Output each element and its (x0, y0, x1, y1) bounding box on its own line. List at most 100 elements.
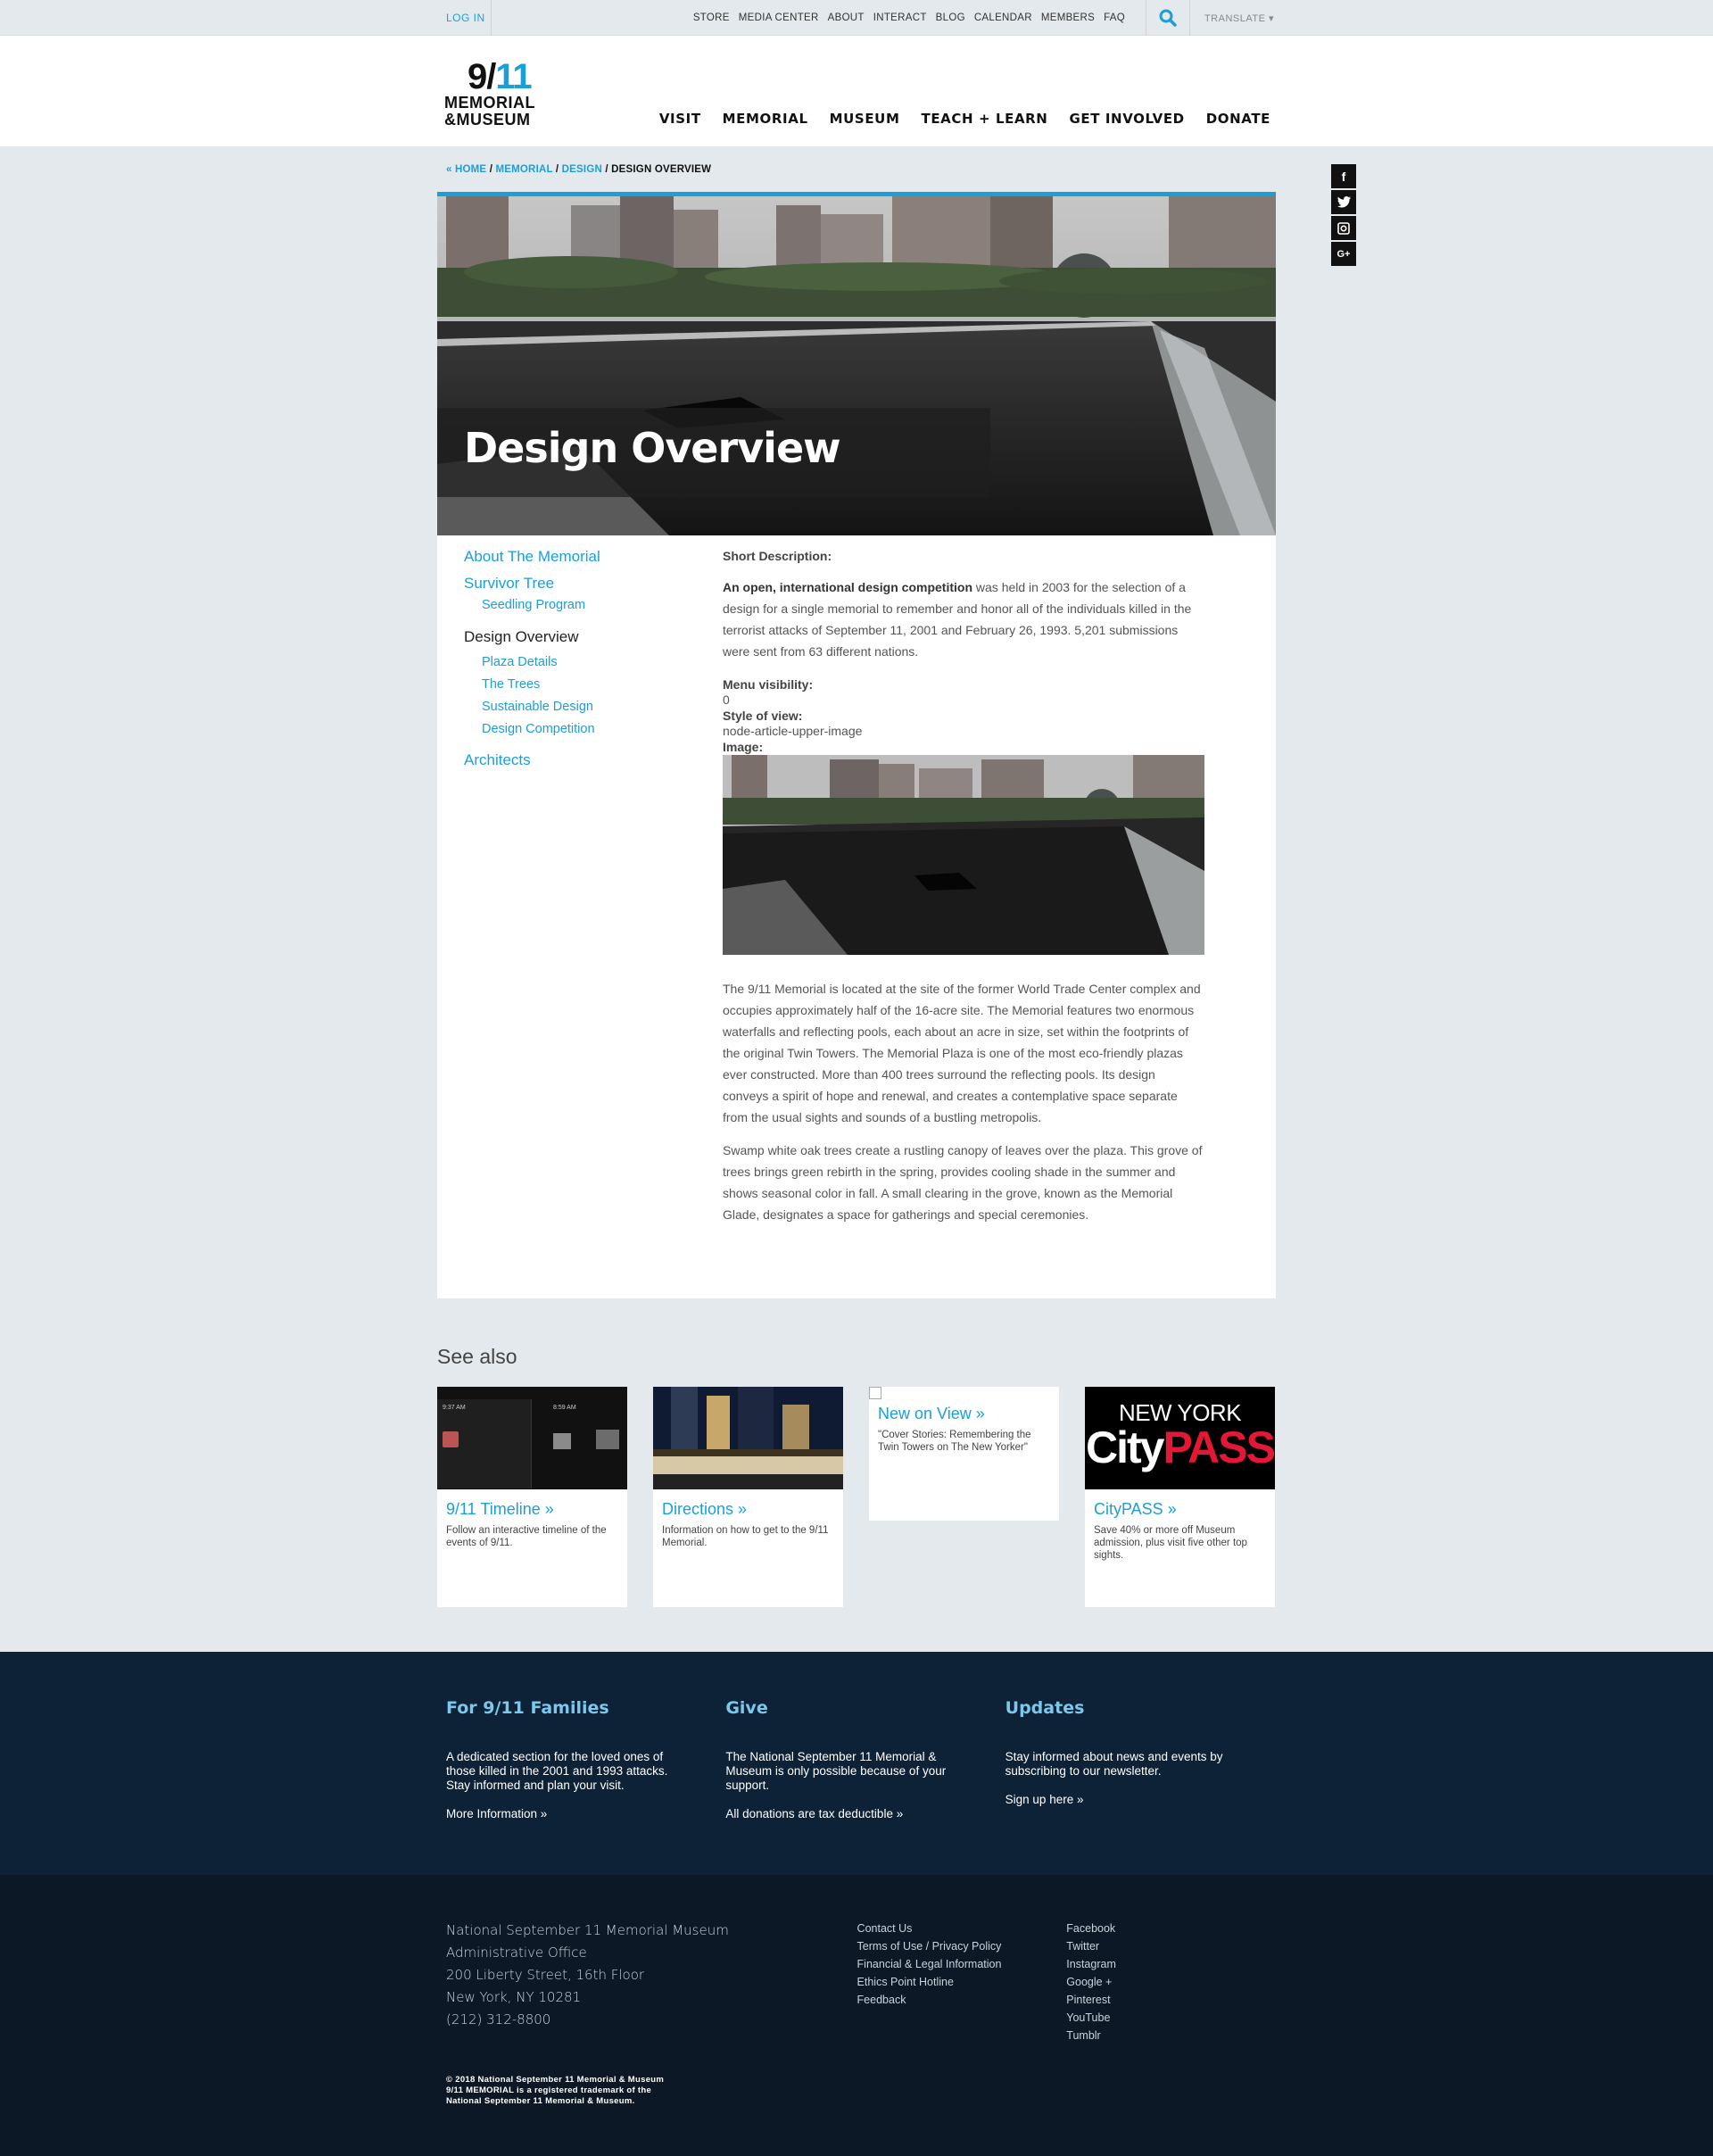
broken-image-icon (869, 1387, 881, 1399)
card-title[interactable]: Directions » (653, 1489, 843, 1524)
address-line: National September 11 Memorial Museum (446, 1922, 729, 1938)
promo-band: For 9/11 Families A dedicated section fo… (0, 1652, 1713, 1875)
card-new-on-view[interactable]: New on View » "Cover Stories: Rememberin… (869, 1387, 1059, 1521)
card-description: Information on how to get to the 9/11 Me… (662, 1525, 829, 1548)
breadcrumb: « HOME / MEMORIAL / DESIGN / DESIGN OVER… (437, 146, 1276, 192)
logo-num-right: 11 (495, 57, 532, 96)
copyright-line: © 2018 National September 11 Memorial & … (446, 2075, 665, 2085)
footer-link-ethics[interactable]: Ethics Point Hotline (857, 1973, 1067, 1991)
nav-memorial[interactable]: MEMORIAL (723, 111, 808, 127)
updates-text: Stay informed about news and events by s… (1005, 1750, 1223, 1778)
sidenav-item-about[interactable]: About The Memorial (464, 548, 696, 566)
address-line: New York, NY 10281 (446, 1989, 582, 2005)
footer-link-feedback[interactable]: Feedback (857, 1991, 1067, 2009)
facebook-icon[interactable]: f (1331, 164, 1356, 188)
util-link-media-center[interactable]: MEDIA CENTER (734, 12, 823, 23)
families-heading: For 9/11 Families (446, 1698, 609, 1718)
copyright: © 2018 National September 11 Memorial & … (446, 2075, 664, 2107)
sidenav-item-competition[interactable]: Design Competition (464, 722, 696, 736)
page-wrap: « HOME / MEMORIAL / DESIGN / DESIGN OVER… (437, 146, 1356, 1607)
card-timeline[interactable]: 9:37 AM 8:59 AM 9/11 Timeline » Follow a… (437, 1387, 627, 1607)
utility-links: STORE MEDIA CENTER ABOUT INTERACT BLOG C… (689, 12, 1130, 23)
util-link-faq[interactable]: FAQ (1099, 12, 1130, 23)
sidenav-item-sustainable[interactable]: Sustainable Design (464, 700, 696, 714)
families-text: A dedicated section for the loved ones o… (446, 1750, 668, 1792)
breadcrumb-current: DESIGN OVERVIEW (611, 164, 712, 175)
sidenav-item-seedling[interactable]: Seedling Program (464, 598, 696, 612)
breadcrumb-memorial[interactable]: MEMORIAL (495, 164, 552, 175)
citypass-line1: NEW YORK (1118, 1399, 1242, 1426)
util-link-about[interactable]: ABOUT (823, 12, 869, 23)
timeline-thumb-photo (596, 1430, 619, 1449)
body-paragraph-1: The 9/11 Memorial is located at the site… (723, 982, 1201, 1124)
footer-link-contact[interactable]: Contact Us (857, 1920, 1067, 1937)
site-logo[interactable]: 9/11 MEMORIAL &MUSEUM (444, 59, 555, 129)
util-link-calendar[interactable]: CALENDAR (970, 12, 1037, 23)
breadcrumb-design[interactable]: DESIGN (562, 164, 602, 175)
card-citypass[interactable]: NEW YORK CityPASS CityPASS » Save 40% or… (1085, 1387, 1275, 1607)
menu-visibility-label: Menu visibility: (723, 677, 814, 692)
families-link[interactable]: More Information » (446, 1807, 547, 1820)
nav-visit[interactable]: VISIT (659, 111, 701, 127)
util-link-members[interactable]: MEMBERS (1037, 12, 1099, 23)
util-link-store[interactable]: STORE (689, 12, 734, 23)
style-of-view-label: Style of view: (723, 709, 803, 723)
footer-link-financial[interactable]: Financial & Legal Information (857, 1955, 1067, 1973)
footer-link-google-plus[interactable]: Google + (1066, 1973, 1276, 1991)
footer-address: National September 11 Memorial Museum Ad… (437, 1920, 857, 2044)
breadcrumb-sep: / (486, 164, 496, 175)
sidenav-item-plaza[interactable]: Plaza Details (464, 655, 696, 669)
search-button[interactable] (1146, 0, 1190, 36)
translate-dropdown[interactable]: TRANSLATE ▾ (1190, 12, 1276, 24)
updates-heading: Updates (1005, 1698, 1085, 1718)
citypass-thumbnail: NEW YORK CityPASS (1085, 1387, 1275, 1489)
timeline-thumb-photo (443, 1431, 459, 1447)
timeline-thumb-time-2: 8:59 AM (553, 1405, 576, 1411)
give-heading: Give (725, 1698, 768, 1718)
address-line: Administrative Office (446, 1945, 587, 1961)
footer-link-tumblr[interactable]: Tumblr (1066, 2027, 1276, 2044)
card-title[interactable]: 9/11 Timeline » (437, 1489, 627, 1524)
directions-thumbnail (653, 1387, 843, 1489)
login-link[interactable]: LOG IN (437, 0, 491, 36)
logo-line2: &MUSEUM (444, 111, 531, 129)
twitter-icon[interactable] (1331, 190, 1356, 214)
logo-num-left: 9/ (468, 57, 496, 96)
timeline-thumb-photo (553, 1433, 571, 1449)
nav-teach-learn[interactable]: TEACH + LEARN (921, 111, 1047, 127)
nav-donate[interactable]: DONATE (1206, 111, 1270, 127)
give-link[interactable]: All donations are tax deductible » (725, 1807, 903, 1820)
footer-link-instagram[interactable]: Instagram (1066, 1955, 1276, 1973)
instagram-icon[interactable] (1331, 216, 1356, 240)
footer-link-terms[interactable]: Terms of Use / Privacy Policy (857, 1937, 1067, 1955)
sidenav-item-architects[interactable]: Architects (464, 751, 696, 769)
google-plus-icon[interactable]: G+ (1331, 242, 1356, 266)
utility-bar: LOG IN STORE MEDIA CENTER ABOUT INTERACT… (0, 0, 1713, 36)
footer-link-youtube[interactable]: YouTube (1066, 2009, 1276, 2027)
logo-line1: MEMORIAL (444, 94, 535, 112)
breadcrumb-home[interactable]: « HOME (446, 164, 486, 175)
util-link-blog[interactable]: BLOG (931, 12, 970, 23)
image-label: Image: (723, 740, 764, 754)
sidenav-item-trees[interactable]: The Trees (464, 677, 696, 692)
sidenav-item-survivor-tree[interactable]: Survivor Tree (464, 575, 696, 593)
util-link-interact[interactable]: INTERACT (869, 12, 931, 23)
footer-link-facebook[interactable]: Facebook (1066, 1920, 1276, 1937)
site-header: 9/11 MEMORIAL &MUSEUM VISIT MEMORIAL MUS… (0, 36, 1713, 146)
card-title[interactable]: New on View » (869, 1399, 1059, 1429)
short-description-label: Short Description: (723, 549, 832, 563)
card-directions[interactable]: Directions » Information on how to get t… (653, 1387, 843, 1607)
footer-link-pinterest[interactable]: Pinterest (1066, 1991, 1276, 2009)
sidenav-item-design-overview[interactable]: Design Overview (464, 628, 696, 646)
card-description: Save 40% or more off Museum admission, p… (1094, 1525, 1247, 1561)
section-sidenav: About The Memorial Survivor Tree Seedlin… (464, 548, 696, 778)
card-title[interactable]: CityPASS » (1085, 1489, 1275, 1524)
social-share-bar: f G+ (1331, 164, 1356, 268)
updates-link[interactable]: Sign up here » (1005, 1793, 1084, 1806)
nav-museum[interactable]: MUSEUM (830, 111, 900, 127)
nav-get-involved[interactable]: GET INVOLVED (1069, 111, 1184, 127)
menu-visibility-value: 0 (723, 692, 730, 707)
article-body: Short Description: An open, internationa… (723, 548, 1204, 1236)
see-also-cards: 9:37 AM 8:59 AM 9/11 Timeline » Follow a… (437, 1387, 1276, 1607)
footer-link-twitter[interactable]: Twitter (1066, 1937, 1276, 1955)
